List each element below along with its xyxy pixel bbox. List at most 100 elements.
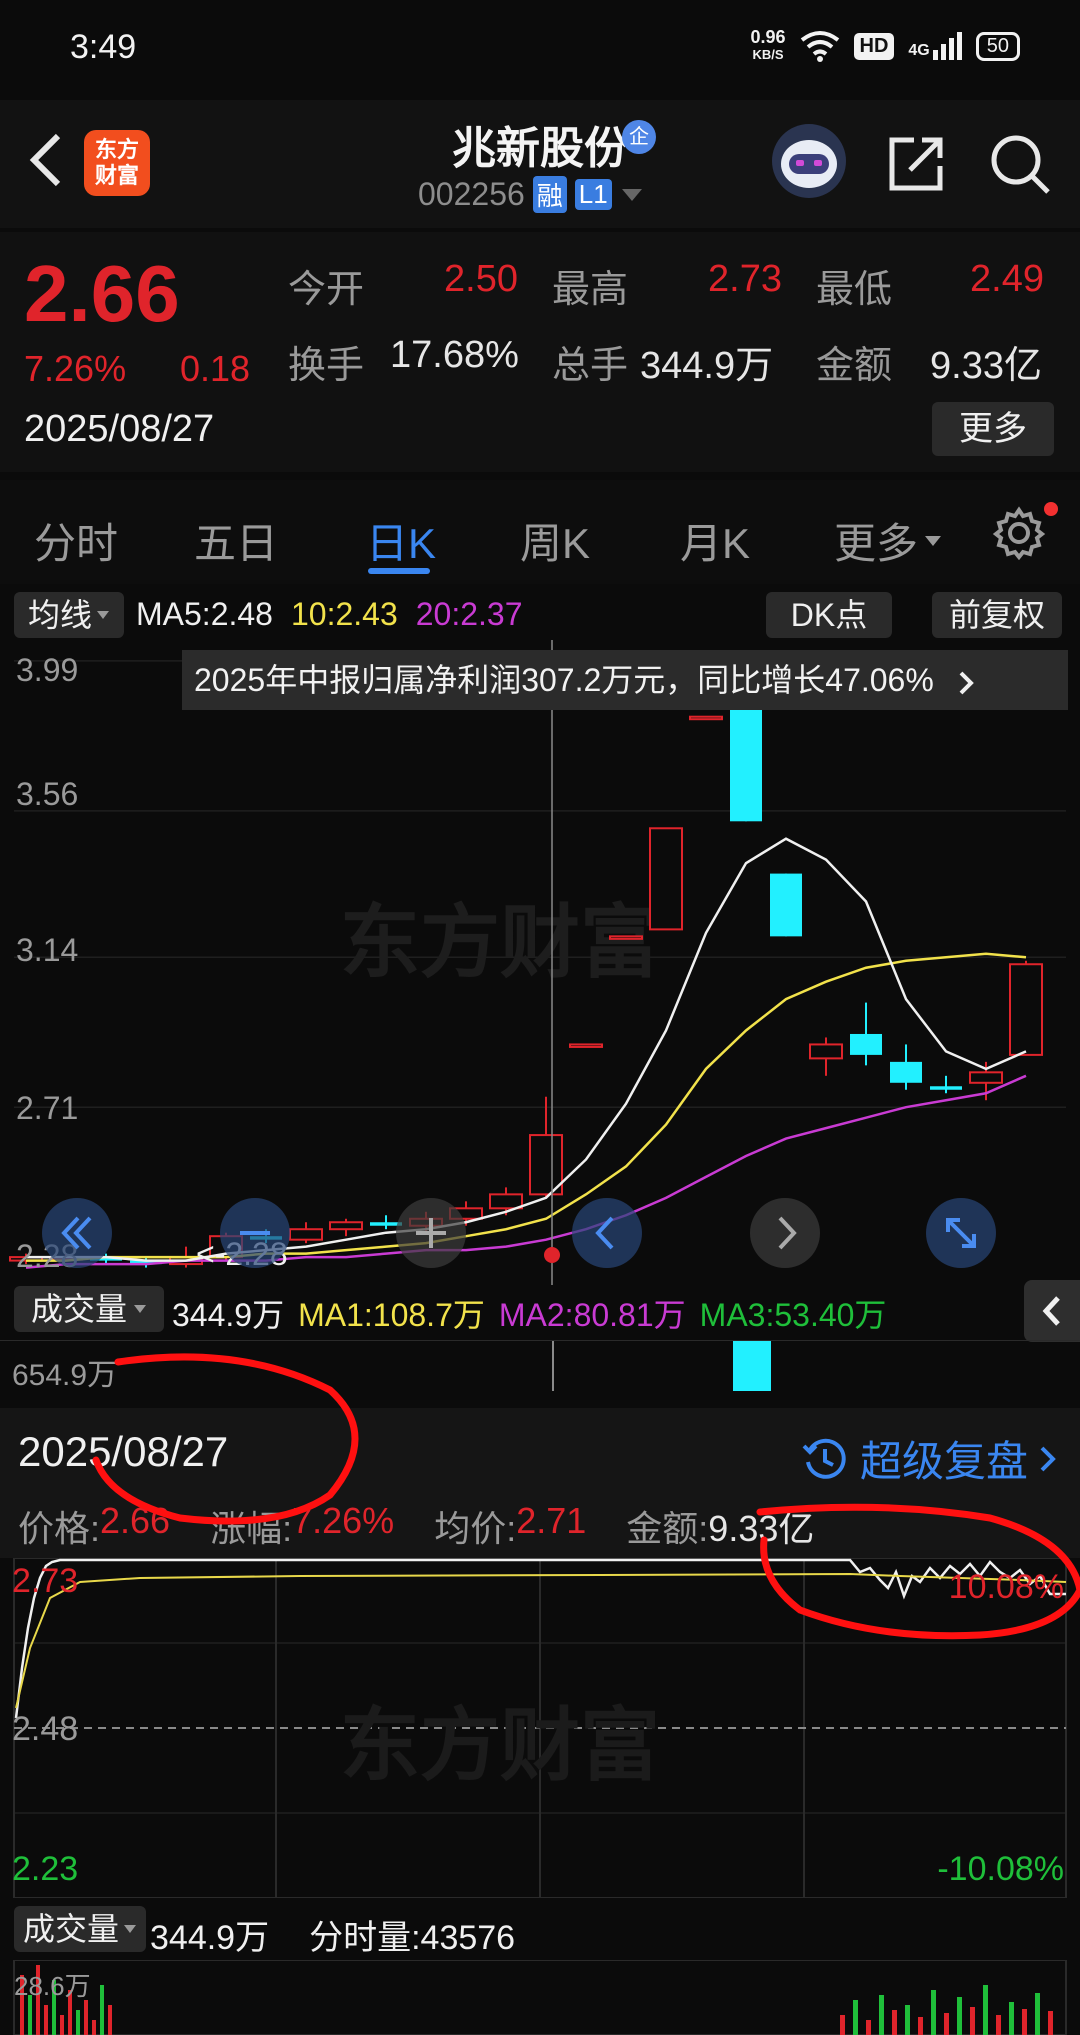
crosshair-line (552, 1341, 554, 1391)
wifi-icon (800, 31, 839, 62)
volume-bar (60, 2015, 64, 2035)
volume-value: 344.9万 (172, 1297, 285, 1333)
intraday-chart[interactable]: 东方财富 (0, 1558, 1080, 1898)
caret-down-icon (124, 1925, 136, 1933)
volume-indicator-button[interactable]: 成交量 (14, 1286, 164, 1332)
stock-code-row[interactable]: 002256 融 L1 (418, 176, 644, 213)
ma20-value: 20:2.37 (415, 596, 523, 632)
volume-bar (983, 1985, 988, 2035)
status-icons: 0.96 KB/S HD 4G 50 (750, 26, 1020, 66)
settings-gear-icon[interactable] (992, 506, 1046, 560)
ma-selector-button[interactable]: 均线 (14, 592, 124, 638)
intraday-volume-label: 成交量 (22, 1911, 119, 1947)
caret-down-icon (97, 611, 109, 619)
dk-point-button[interactable]: DK点 (766, 592, 892, 638)
volume-bar (970, 2007, 975, 2035)
history-clock-icon (802, 1438, 846, 1479)
share-icon[interactable] (884, 132, 948, 196)
collapse-panel-button[interactable] (1024, 1280, 1080, 1342)
ma10-value: 10:2.43 (290, 596, 398, 632)
intraday-volume-button[interactable]: 成交量 (14, 1906, 146, 1952)
intraday-avg-label: 均价: (434, 1508, 517, 1549)
volume-bar (92, 2020, 96, 2035)
chevron-right-icon (778, 1216, 797, 1250)
zoom-out-button[interactable] (220, 1198, 290, 1268)
signal-icon: 4G (908, 32, 962, 60)
intraday-volume-total: 344.9万 (150, 1919, 270, 1957)
margin-tag: 融 (532, 176, 567, 213)
search-icon[interactable] (988, 132, 1052, 196)
volume-bar (76, 2010, 80, 2035)
volume-bar (100, 1985, 104, 2035)
volume-bar (905, 2005, 910, 2035)
tab-intraday[interactable]: 分时 (34, 510, 118, 571)
candle-body (850, 1033, 882, 1055)
low-value: 2.49 (970, 258, 1044, 300)
assistant-robot-icon[interactable] (772, 124, 846, 198)
more-quote-button[interactable]: 更多 (932, 402, 1054, 456)
zoom-in-button[interactable] (396, 1198, 466, 1268)
tab-weekly-k[interactable]: 周K (520, 510, 590, 571)
intraday-volume-values: 344.9万 分时量:43576 (150, 1910, 515, 1959)
candle-body (649, 827, 683, 931)
scroll-right-button[interactable] (750, 1198, 820, 1268)
volume-bar (918, 2017, 923, 2035)
intraday-avg: 2.71 (516, 1500, 587, 1541)
caret-down-icon (925, 535, 942, 546)
super-replay-label: 超级复盘 (860, 1438, 1029, 1485)
network-speed-value: 0.96 (750, 27, 786, 47)
candle-body (1009, 963, 1043, 1056)
candle-body (969, 1071, 1003, 1084)
volume-value: 344.9万 (640, 345, 774, 387)
caret-down-icon (134, 1305, 146, 1313)
candle-body (609, 935, 643, 940)
volume-bar (931, 1990, 936, 2035)
kline-grid (14, 660, 1066, 1108)
tab-more-label: 更多 (834, 520, 919, 567)
candle-body (689, 715, 723, 721)
volume-bar (866, 2020, 871, 2035)
tab-five-day[interactable]: 五日 (194, 510, 278, 571)
watermark: 东方财富 (340, 896, 660, 989)
intraday-volume-chart (13, 1960, 1067, 2035)
intraday-amount: 9.33亿 (708, 1508, 815, 1549)
network-speed-unit: KB/S (752, 47, 784, 62)
candle-body (930, 1086, 962, 1090)
intraday-stats: 价格: 2.66 涨幅: 7.26% 均价: 2.71 金额: 9.33亿 (18, 1500, 814, 1552)
high-value: 2.73 (708, 258, 782, 300)
vol-ma2-value: MA2:80.81万 (498, 1297, 686, 1333)
super-replay-link[interactable]: 超级复盘 (800, 1428, 1058, 1489)
intraday-volume-axis-max: 28.6万 (14, 1971, 91, 2001)
low-label: 最低 (816, 269, 893, 311)
price-axis-label: 2.71 (16, 1090, 79, 1126)
intraday-amount-label: 金额: (626, 1508, 709, 1549)
volume-bar (853, 2000, 858, 2035)
kline-chart[interactable]: 东方财富 (0, 640, 1080, 1285)
candle-body (770, 873, 802, 937)
signal-type: 4G (908, 42, 930, 59)
volume-bar (996, 2015, 1001, 2035)
volume-bar (944, 2013, 949, 2035)
open-label: 今开 (288, 269, 365, 311)
notification-dot (1044, 502, 1058, 516)
scroll-to-start-button[interactable] (42, 1198, 112, 1268)
adjust-mode-button[interactable]: 前复权 (932, 592, 1062, 638)
double-chevron-left-icon (61, 1216, 92, 1250)
fullscreen-button[interactable] (926, 1198, 996, 1268)
price-axis-label: 3.14 (16, 932, 79, 968)
volume-bar (840, 2015, 845, 2035)
news-text: 2025年中报归属净利润307.2万元，同比增长47.06% (194, 662, 934, 698)
volume-bar (44, 2005, 48, 2035)
volume-axis-max: 654.9万 (12, 1359, 118, 1392)
tab-more[interactable]: 更多 (834, 510, 942, 571)
tab-monthly-k[interactable]: 月K (680, 510, 750, 571)
volume-bar (108, 2005, 112, 2035)
scroll-left-button[interactable] (572, 1198, 642, 1268)
network-speed: 0.96 KB/S (750, 28, 785, 64)
tab-daily-k[interactable]: 日K (366, 510, 436, 571)
intraday-axis-mid: 2.48 (12, 1710, 79, 1748)
intraday-volume-bars (20, 1965, 1053, 2035)
volume-bar (1009, 2002, 1014, 2035)
volume-indicator-label: 成交量 (30, 1291, 127, 1327)
news-banner[interactable]: 2025年中报归属净利润307.2万元，同比增长47.06% (182, 650, 1068, 710)
